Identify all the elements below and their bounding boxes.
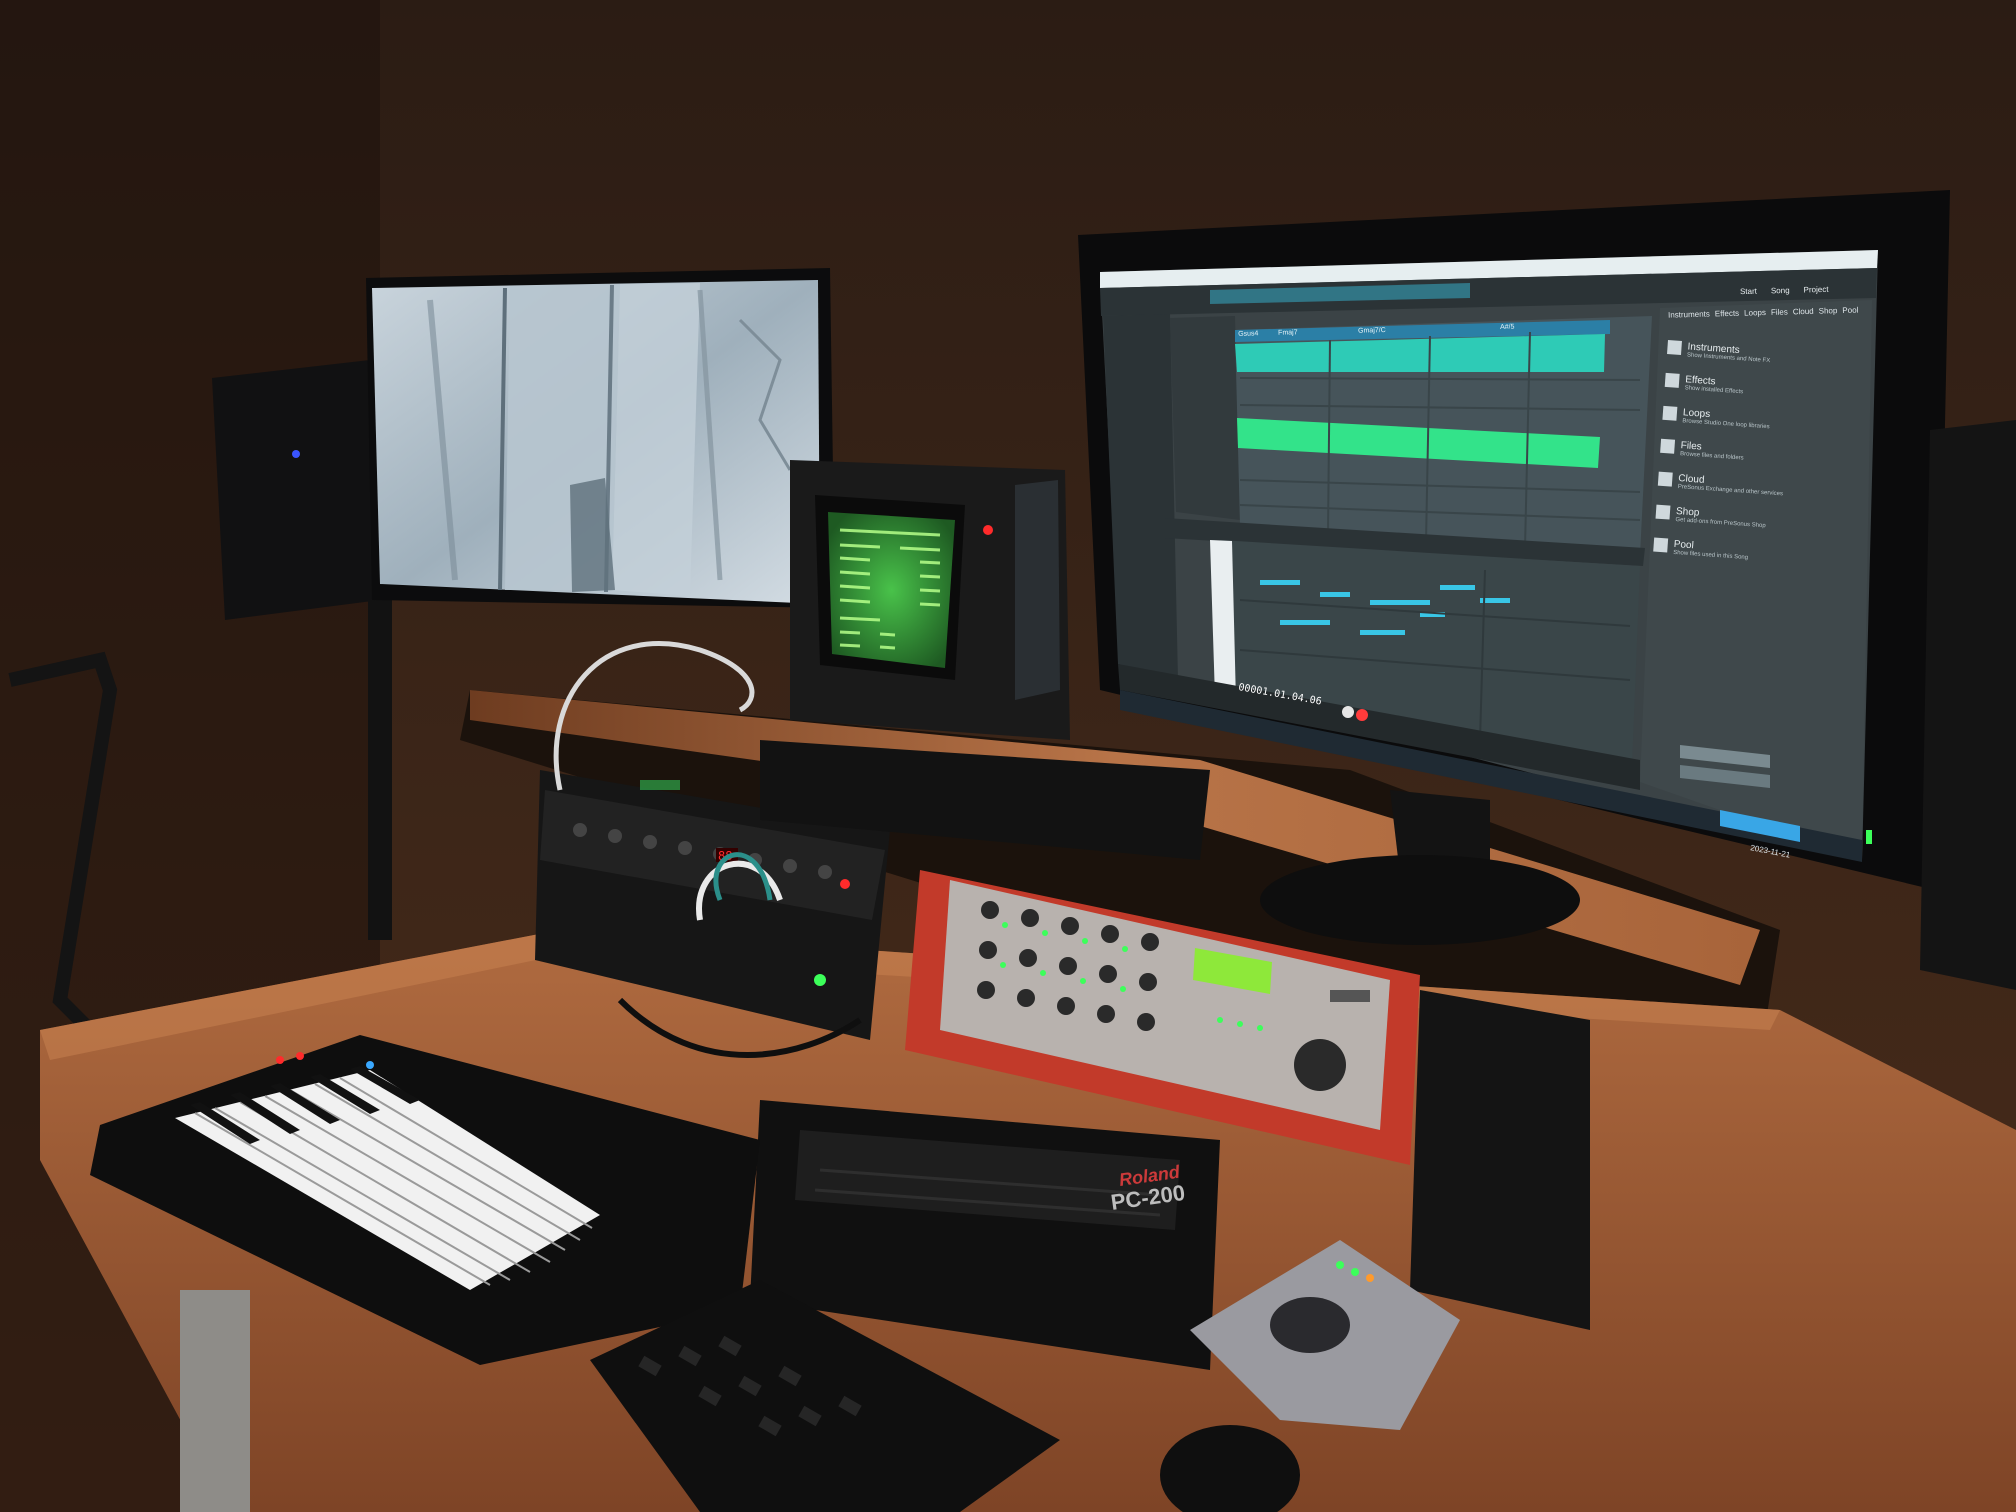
browser-item-loops[interactable]: Loops Browse Studio One loop libraries xyxy=(1662,405,1843,436)
marker-track: Gsus4 Fmaj7 Gmaj7/C A#/5 xyxy=(1238,321,1608,338)
browser-item-files[interactable]: Files Browse files and folders xyxy=(1660,438,1841,469)
browser-tab-cloud[interactable]: Cloud xyxy=(1793,307,1814,317)
marker-label[interactable]: Gsus4 xyxy=(1238,330,1258,338)
browser-item-shop[interactable]: Shop Get add-ons from PreSonus Shop xyxy=(1655,504,1836,535)
files-icon xyxy=(1660,438,1676,454)
browser-tab-pool[interactable]: Pool xyxy=(1842,306,1858,315)
loop-icon xyxy=(1662,405,1678,421)
marker-label[interactable]: Gmaj7/C xyxy=(1358,327,1386,335)
marker-label[interactable]: Fmaj7 xyxy=(1278,329,1298,337)
cloud-icon xyxy=(1657,471,1673,487)
browser-item-list: Instruments Show Instruments and Note FX… xyxy=(1653,340,1848,567)
browser-tab-shop[interactable]: Shop xyxy=(1819,306,1838,315)
start-button[interactable]: Start xyxy=(1740,287,1757,296)
song-button[interactable]: Song xyxy=(1771,286,1790,295)
browser-tab-loops[interactable]: Loops xyxy=(1744,308,1766,318)
daw-header-buttons: Start Song Project xyxy=(1740,285,1829,296)
browser-item-instruments[interactable]: Instruments Show Instruments and Note FX xyxy=(1667,340,1848,370)
fx-icon xyxy=(1664,372,1680,388)
browser-tab-effects[interactable]: Effects xyxy=(1715,309,1740,319)
piano-icon xyxy=(1667,340,1682,355)
browser-tab-bar: Instruments Effects Loops Files Cloud Sh… xyxy=(1668,305,1868,320)
browser-item-effects[interactable]: Effects Show installed Effects xyxy=(1664,372,1846,403)
browser-item-pool[interactable]: Pool Show files used in this Song xyxy=(1653,537,1834,568)
browser-item-cloud[interactable]: Cloud PreSonus Exchange and other servic… xyxy=(1657,471,1839,502)
project-button[interactable]: Project xyxy=(1803,285,1828,295)
daw-browser: Instruments Effects Loops Files Cloud Sh… xyxy=(0,0,2016,1512)
marker-label[interactable]: A#/5 xyxy=(1500,324,1515,331)
pool-icon xyxy=(1653,537,1669,553)
browser-tab-files[interactable]: Files xyxy=(1771,307,1788,316)
shop-icon xyxy=(1655,504,1671,520)
browser-tab-instruments[interactable]: Instruments xyxy=(1668,310,1710,320)
